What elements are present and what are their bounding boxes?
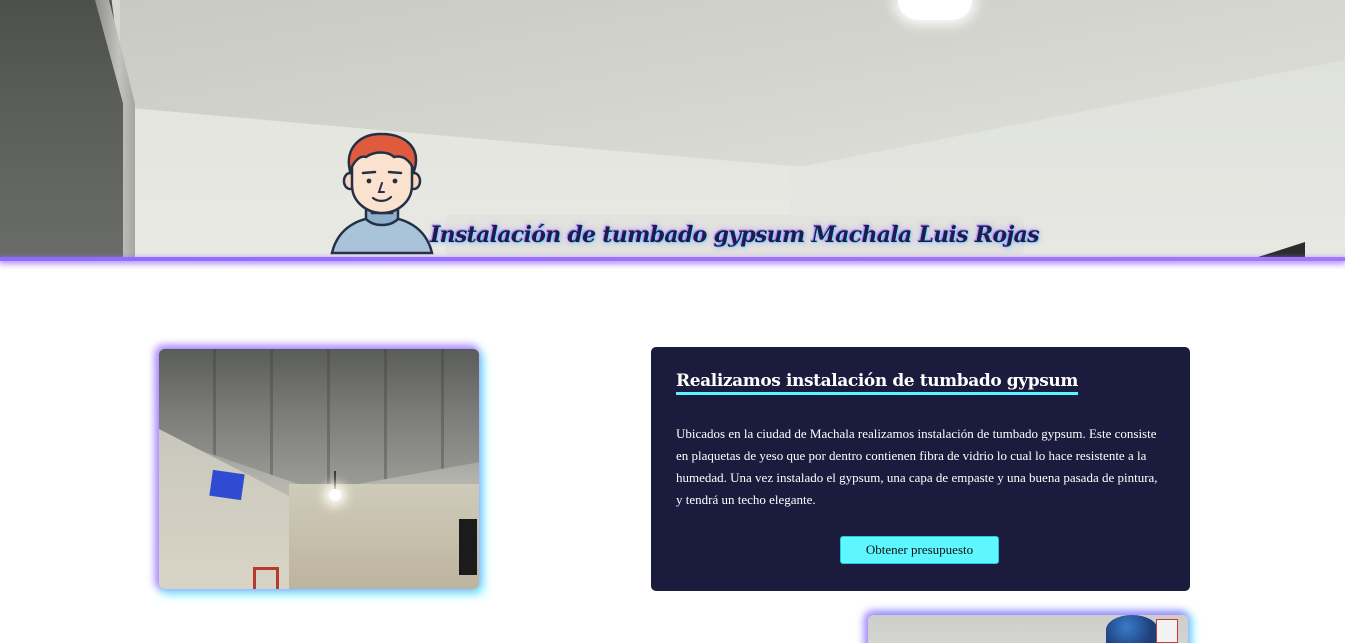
service-title: Realizamos instalación de tumbado gypsum bbox=[676, 371, 1078, 395]
get-quote-button[interactable]: Obtener presupuesto bbox=[840, 536, 999, 564]
photo-blue-object bbox=[1106, 615, 1158, 643]
photo-lamp-cord bbox=[334, 471, 336, 491]
service-description: Ubicados en la ciudad de Machala realiza… bbox=[676, 426, 1158, 507]
avatar-icon bbox=[330, 132, 434, 255]
hero-left-wall bbox=[0, 0, 124, 258]
photo-tv bbox=[459, 519, 477, 575]
photo-flag bbox=[209, 469, 245, 501]
hero-divider bbox=[0, 257, 1345, 261]
page-title: Instalación de tumbado gypsum Machala Lu… bbox=[430, 222, 1040, 248]
photo-back-wall bbox=[289, 484, 479, 589]
hero-banner: Instalación de tumbado gypsum Machala Lu… bbox=[0, 0, 1345, 258]
secondary-photo bbox=[868, 615, 1188, 643]
photo-ladder bbox=[253, 567, 279, 589]
photo-white-object bbox=[1156, 619, 1178, 643]
photo-light-bulb bbox=[329, 489, 341, 501]
ceiling-lamp bbox=[898, 0, 972, 20]
service-info-card: Realizamos instalación de tumbado gypsum… bbox=[651, 347, 1190, 591]
hero-title-container: Instalación de tumbado gypsum Machala Lu… bbox=[430, 215, 1040, 255]
installation-photo bbox=[159, 349, 479, 589]
